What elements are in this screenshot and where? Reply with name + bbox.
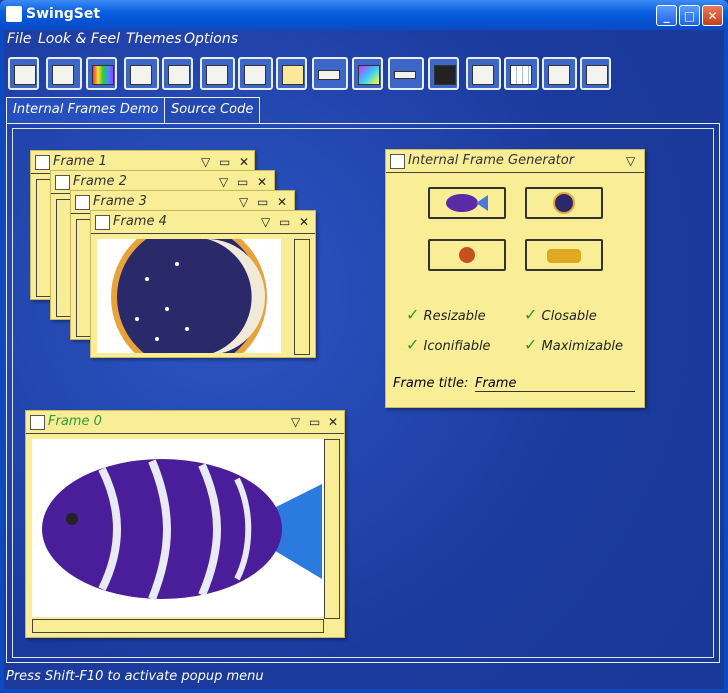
combobox-icon: [130, 65, 152, 85]
slider-button[interactable]: [388, 57, 424, 90]
window-border-right: [724, 30, 728, 693]
iconifiable-checkbox[interactable]: ✓ Iconifiable: [406, 335, 491, 354]
slider-icon: [394, 71, 416, 79]
iconifiable-label: Iconifiable: [423, 339, 491, 354]
window-title: SwingSet: [26, 6, 101, 22]
moon-icon: [111, 219, 267, 375]
iconify-icon[interactable]: ▽: [291, 411, 300, 433]
checkmark-icon: ✓: [406, 305, 420, 324]
horizontal-scrollbar[interactable]: [32, 619, 324, 633]
option-pane-icon: [282, 65, 304, 85]
create-cab-frame-button[interactable]: [525, 239, 603, 271]
table-icon: [510, 65, 532, 85]
tab-internal-frames-demo[interactable]: Internal Frames Demo: [6, 97, 166, 123]
split-pane-icon: [434, 65, 456, 85]
frame-title-input[interactable]: Frame: [475, 376, 635, 392]
cab-icon: [547, 249, 581, 263]
fish-icon: [42, 459, 322, 601]
split-pane-button[interactable]: [428, 57, 459, 90]
frame-title-label: Frame title:: [393, 376, 469, 391]
close-icon[interactable]: ✕: [328, 411, 338, 433]
tree-icon: [586, 65, 608, 85]
internal-frame-4[interactable]: Frame 4 ▽ ▭ ✕: [90, 210, 316, 375]
file-chooser-button[interactable]: [162, 57, 193, 90]
frame-0-titlebar[interactable]: Frame 0 ▽ ▭ ✕: [26, 411, 344, 434]
frame-4-title: Frame 4: [113, 214, 167, 229]
java-cup-icon: [390, 154, 405, 169]
tabbed-pane-icon: [472, 65, 494, 85]
menu-file[interactable]: File: [7, 31, 31, 47]
file-chooser-icon: [168, 65, 190, 85]
closable-checkbox[interactable]: ✓ Closable: [524, 305, 597, 324]
internal-frame-demo-button[interactable]: [8, 57, 39, 90]
create-fish-frame-button[interactable]: [428, 187, 506, 219]
internal-frame-0[interactable]: Frame 0 ▽ ▭ ✕: [25, 410, 345, 638]
status-bar: Press Shift-F10 to activate popup menu: [6, 669, 264, 684]
table-button[interactable]: [504, 57, 539, 90]
button-demo-button[interactable]: [46, 57, 82, 90]
fish-icon: [446, 194, 488, 212]
iconify-icon[interactable]: ▽: [626, 150, 635, 172]
maximize-icon[interactable]: ▭: [279, 211, 290, 233]
checkmark-icon: ✓: [406, 335, 420, 354]
closable-label: Closable: [541, 309, 597, 324]
create-sun-frame-button[interactable]: [428, 239, 506, 271]
scroll-pane-icon: [358, 65, 380, 85]
tab-source-code[interactable]: Source Code: [164, 97, 261, 123]
minimize-button[interactable]: _: [656, 5, 677, 26]
resizable-label: Resizable: [423, 309, 486, 324]
java-app-icon: [6, 6, 22, 22]
maximize-button[interactable]: □: [679, 5, 700, 26]
frame-4-titlebar[interactable]: Frame 4 ▽ ▭ ✕: [91, 211, 315, 234]
editor-pane-button[interactable]: [200, 57, 235, 90]
list-button[interactable]: [238, 57, 273, 90]
close-icon[interactable]: ✕: [299, 211, 309, 233]
create-moon-frame-button[interactable]: [525, 187, 603, 219]
java-cup-icon: [95, 215, 110, 230]
maximize-icon[interactable]: ▭: [309, 411, 320, 433]
iconify-icon[interactable]: ▽: [261, 211, 270, 233]
frame-0-title: Frame 0: [48, 414, 102, 429]
window-border-bottom: [0, 689, 728, 693]
java-cup-icon: [75, 195, 90, 210]
close-button[interactable]: ✕: [702, 5, 723, 26]
checkmark-icon: ✓: [524, 305, 538, 324]
moon-icon: [553, 192, 575, 214]
option-pane-button[interactable]: [276, 57, 307, 90]
tooltip-button[interactable]: [542, 57, 577, 90]
java-cup-icon: [35, 155, 50, 170]
vertical-scrollbar[interactable]: [294, 239, 310, 355]
title-bar: [0, 0, 728, 30]
menu-options[interactable]: Options: [184, 31, 238, 47]
tree-button[interactable]: [580, 57, 611, 90]
progress-bar-button[interactable]: [312, 57, 348, 90]
moon-image: [97, 219, 281, 375]
combobox-button[interactable]: [124, 57, 159, 90]
java-cup-icon: [30, 415, 45, 430]
editor-pane-icon: [206, 65, 228, 85]
generator-titlebar[interactable]: Internal Frame Generator ▽: [386, 150, 644, 173]
checkbox-radio-icon: [52, 65, 74, 85]
checkmark-icon: ✓: [524, 335, 538, 354]
menu-look-and-feel[interactable]: Look & Feel: [38, 31, 120, 47]
internal-frame-icon: [14, 65, 36, 85]
maximizable-checkbox[interactable]: ✓ Maximizable: [524, 335, 623, 354]
tabbed-pane-button[interactable]: [466, 57, 501, 90]
menu-themes[interactable]: Themes: [126, 31, 182, 47]
vertical-scrollbar[interactable]: [324, 439, 340, 619]
window-border-left: [0, 30, 4, 693]
maximizable-label: Maximizable: [541, 339, 623, 354]
scroll-pane-button[interactable]: [352, 57, 383, 90]
generator-title: Internal Frame Generator: [408, 153, 575, 168]
tooltip-icon: [548, 65, 570, 85]
list-icon: [244, 65, 266, 85]
internal-frame-generator[interactable]: Internal Frame Generator ▽ ✓ Resizable ✓…: [385, 149, 645, 408]
resizable-checkbox[interactable]: ✓ Resizable: [406, 305, 486, 324]
color-chooser-button[interactable]: [86, 57, 117, 90]
color-chooser-icon: [92, 65, 114, 85]
sun-icon: [459, 247, 475, 263]
progress-bar-icon: [318, 70, 340, 80]
fish-image: [32, 439, 324, 617]
java-cup-icon: [55, 175, 70, 190]
